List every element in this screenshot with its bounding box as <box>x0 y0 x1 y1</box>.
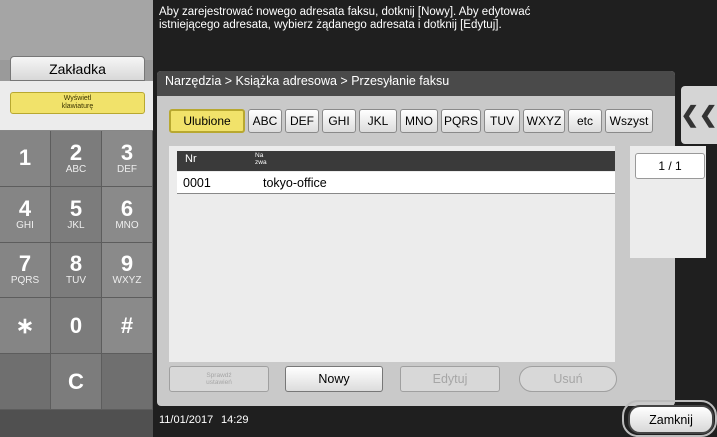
double-chevron-left-icon: ❮❮ <box>680 102 717 127</box>
key-digit: 2 <box>69 139 83 165</box>
collapse-panel-button[interactable]: ❮❮ <box>681 86 717 144</box>
key-digit: ∗ <box>15 312 35 338</box>
key-digit: 5 <box>69 195 83 221</box>
key-digit: 6 <box>120 195 134 221</box>
key-letters: DEF <box>117 163 137 175</box>
tab-favorites[interactable]: Ulubione <box>169 109 245 133</box>
column-header-nr[interactable]: Nr <box>185 153 197 165</box>
screen: Zakładka Wyświetl klawiaturę 1 2 ABC 3 DEF… <box>0 0 717 437</box>
page-indicator: 1 / 1 <box>635 153 705 179</box>
column-header-name[interactable]: Na zwa <box>255 152 267 166</box>
instruction-message: Aby zarejestrować nowego adresata faksu,… <box>159 6 629 32</box>
key-clear[interactable]: C <box>51 354 102 410</box>
key-7[interactable]: 7 PQRS <box>0 242 51 299</box>
column-header-name-line-2: zwa <box>255 159 267 166</box>
column-header-name-line-1: Na <box>255 152 264 159</box>
date-display: 11/01/2017 <box>159 414 214 426</box>
tab-def[interactable]: DEF <box>285 109 319 133</box>
show-keyboard-label-2: klawiaturę <box>61 103 94 110</box>
tab-wxyz[interactable]: WXYZ <box>523 109 565 133</box>
key-letters: ABC <box>65 163 87 175</box>
show-keyboard-label-1: Wyświetl <box>63 95 92 102</box>
new-button[interactable]: Nowy <box>285 366 383 392</box>
left-panel-footer <box>0 410 153 437</box>
instruction-line-1: Aby zarejestrować nowego adresata faksu,… <box>159 6 531 18</box>
key-hash[interactable]: # <box>102 298 153 355</box>
table-header: Nr Na zwa <box>177 151 615 171</box>
breadcrumb: Narzędzia > Książka adresowa > Przesyłan… <box>165 74 450 88</box>
tab-all[interactable]: Wszyst <box>605 109 653 133</box>
key-4[interactable]: 4 GHI <box>0 186 51 243</box>
row-number: 0001 <box>183 176 211 190</box>
numeric-keypad: 1 2 ABC 3 DEF 4 GHI 5 JKL 6 MNO 7 PQRS 8 TUV 9W… <box>0 131 153 410</box>
key-8[interactable]: 8 TUV <box>51 242 102 299</box>
index-tabs: Ulubione ABC DEF GHI JKL MNO PQRS TUV WX… <box>169 109 653 133</box>
check-settings-label-2: ustawień <box>206 379 232 386</box>
delete-button[interactable]: Usuń <box>519 366 617 392</box>
key-digit: C <box>68 368 84 394</box>
key-9[interactable]: 9 WXYZ <box>102 242 153 299</box>
key-digit: 7 <box>18 251 32 277</box>
bookmark-tab[interactable]: Zakładka <box>10 56 145 81</box>
tab-etc[interactable]: etc <box>568 109 602 133</box>
key-letters: TUV <box>66 275 86 287</box>
check-settings-button[interactable]: Sprawdź ustawień <box>169 366 269 392</box>
left-panel-header <box>0 0 153 60</box>
tab-ghi[interactable]: GHI <box>322 109 356 133</box>
tab-tuv[interactable]: TUV <box>484 109 520 133</box>
key-letters: JKL <box>67 219 85 231</box>
key-asterisk[interactable]: ∗ <box>0 298 51 355</box>
key-blank-left <box>0 354 51 410</box>
tab-jkl[interactable]: JKL <box>359 109 397 133</box>
tab-mno[interactable]: MNO <box>400 109 438 133</box>
key-letters: MNO <box>115 219 139 231</box>
key-digit: # <box>120 312 134 338</box>
key-0[interactable]: 0 <box>51 298 102 355</box>
time-display: 14:29 <box>221 414 249 426</box>
key-letters: PQRS <box>10 275 40 287</box>
tab-pqrs[interactable]: PQRS <box>441 109 481 133</box>
key-digit: 8 <box>69 251 83 277</box>
check-settings-label-1: Sprawdź <box>206 372 232 379</box>
key-blank-right <box>102 354 153 410</box>
row-name: tokyo-office <box>263 176 327 190</box>
instruction-line-2: istniejącego adresata, wybierz żądanego … <box>159 19 502 31</box>
table-row[interactable]: 0001 tokyo-office <box>177 172 615 194</box>
show-keyboard-button[interactable]: Wyświetl klawiaturę <box>10 92 145 114</box>
key-letters: WXYZ <box>112 275 142 287</box>
key-digit: 3 <box>120 139 134 165</box>
key-6[interactable]: 6 MNO <box>102 186 153 243</box>
key-2[interactable]: 2 ABC <box>51 131 102 187</box>
edit-button[interactable]: Edytuj <box>400 366 500 392</box>
key-digit: 9 <box>120 251 134 277</box>
key-letters: GHI <box>16 219 34 231</box>
key-digit: 0 <box>69 312 83 338</box>
key-digit: 4 <box>18 195 32 221</box>
key-5[interactable]: 5 JKL <box>51 186 102 243</box>
key-1[interactable]: 1 <box>0 131 51 187</box>
close-button[interactable]: Zamknij <box>628 405 714 434</box>
key-3[interactable]: 3 DEF <box>102 131 153 187</box>
key-digit: 1 <box>18 145 32 171</box>
tab-abc[interactable]: ABC <box>248 109 282 133</box>
